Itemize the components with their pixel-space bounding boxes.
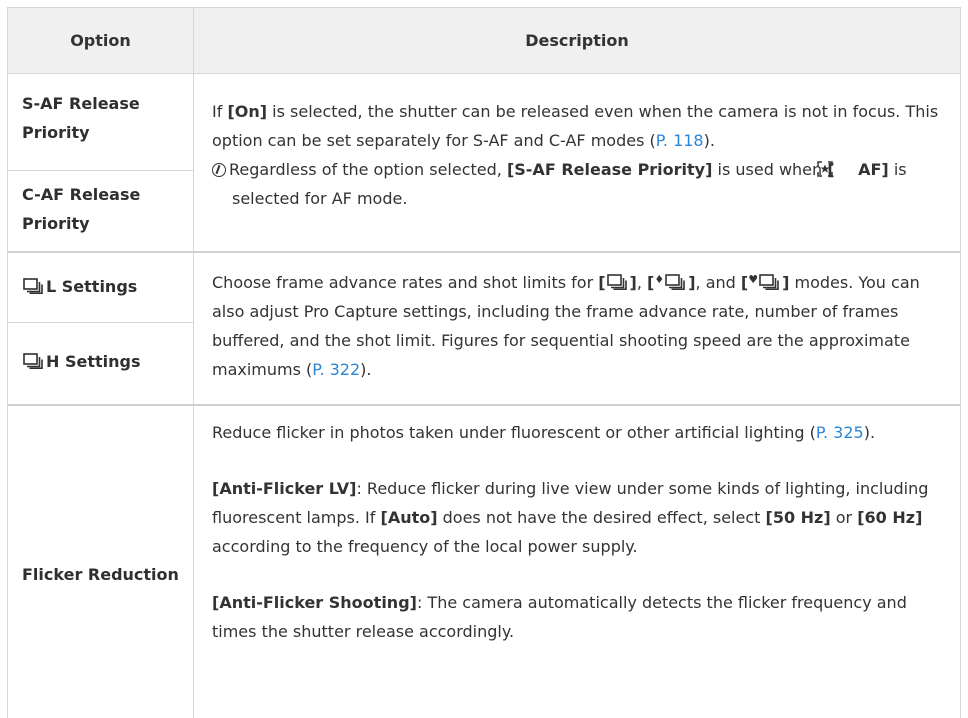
sequential-shooting-icon [606,274,628,290]
row-divider [8,251,960,253]
note-icon [212,163,226,177]
option-s-af-release-priority: S-AF Release Priority [22,94,140,142]
description-flicker-reduction: Reduce flicker in photos taken under flu… [212,418,952,646]
sequential-shooting-icon [665,274,686,290]
settings-table: Option Description S-AF Release Priority… [7,7,961,718]
description-paragraph: [Anti-Flicker LV]: Reduce flicker during… [212,479,929,556]
face-priority-af-icon [816,157,853,177]
row-divider-af [8,170,193,171]
option-c-af-release-priority: C-AF Release Priority [22,185,141,233]
description-paragraph: If [On] is selected, the shutter can be … [212,102,939,150]
description-paragraph: Choose frame advance rates and shot limi… [212,273,920,379]
silent-mark-icon: ♦ [654,273,665,286]
header-divider [8,73,960,74]
pro-capture-mark-icon: ♥ [748,273,759,286]
option-sequential-high-settings: H Settings [22,347,187,376]
description-sequential-settings: Choose frame advance rates and shot limi… [212,265,952,384]
description-af-release-priority: If [On] is selected, the shutter can be … [212,97,952,213]
header-option: Option [70,31,131,50]
option-sequential-low-settings: L Settings [22,272,187,301]
description-paragraph: Reduce flicker in photos taken under flu… [212,423,876,442]
sequential-shooting-icon [759,274,780,290]
option-flicker-reduction: Flicker Reduction [22,565,179,584]
sequential-shooting-icon [23,353,44,369]
sequential-shooting-icon [23,278,44,294]
note-paragraph: Regardless of the option selected, [S-AF… [212,155,952,213]
description-paragraph: [Anti-Flicker Shooting]: The camera auto… [212,593,907,641]
page-link[interactable]: P. 325 [816,423,864,442]
row-divider [8,404,960,406]
row-divider-seq [8,322,193,323]
table-header: Option Description [8,8,960,73]
page-link[interactable]: P. 118 [656,131,704,150]
page-link[interactable]: P. 322 [312,360,360,379]
column-divider [193,8,194,718]
header-description: Description [525,31,629,50]
